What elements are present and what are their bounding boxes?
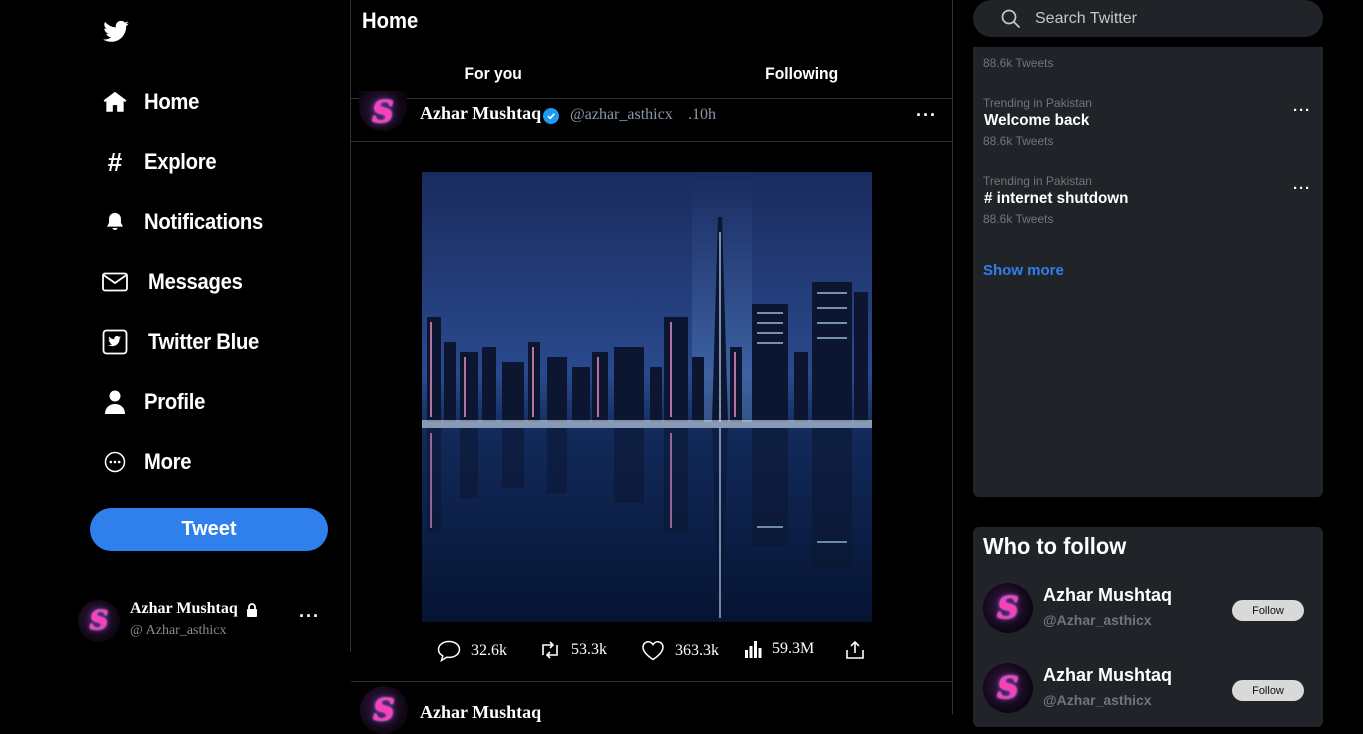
tab-following[interactable]: Following (765, 64, 838, 84)
suggestion-handle: @Azhar_asthicx (1043, 692, 1152, 708)
account-more-button[interactable]: ··· (299, 606, 320, 627)
avatar: S (983, 583, 1033, 633)
trend-item[interactable]: Trending in Pakistan # internet shutdown… (973, 173, 1323, 233)
twitter-blue-icon (100, 327, 130, 357)
tab-for-you[interactable]: For you (464, 64, 521, 84)
bell-icon (100, 207, 130, 237)
avatar-letter: S (372, 94, 394, 130)
avatar-letter: S (89, 606, 109, 636)
nav-label: Profile (144, 389, 206, 414)
twitter-logo-icon[interactable] (100, 18, 132, 46)
post-handle[interactable]: @azhar_asthicx (570, 106, 673, 124)
reply-button[interactable]: 32.6k (437, 640, 507, 662)
post-more-button[interactable]: ··· (916, 105, 937, 126)
search-input[interactable]: Search Twitter (1035, 10, 1137, 28)
nav-label: Notifications (144, 209, 263, 234)
follow-button[interactable]: Follow (1232, 600, 1304, 621)
search-icon (1001, 9, 1021, 28)
trend-title: Welcome back (984, 112, 1090, 129)
nav-twitter-blue[interactable]: Twitter Blue (100, 322, 269, 362)
avatar-letter: S (997, 590, 1019, 626)
retweet-count: 53.3k (571, 641, 607, 658)
suggestion-handle: @Azhar_asthicx (1043, 612, 1152, 628)
suggestion-name: Azhar Mushtaq (1043, 585, 1173, 605)
nav-explore[interactable]: # Explore (100, 142, 223, 182)
nav-label: Messages (148, 269, 243, 294)
account-name: Azhar Mushtaq (130, 600, 238, 617)
hashtag-icon: # (107, 146, 123, 177)
views-chart-icon (745, 641, 762, 658)
heart-icon (642, 641, 664, 661)
follow-suggestion[interactable]: S Azhar Mushtaq @Azhar_asthicx Follow (973, 579, 1323, 639)
nav-messages[interactable]: Messages (100, 262, 251, 302)
envelope-icon (100, 267, 130, 297)
like-button[interactable]: 363.3k (641, 640, 719, 661)
nav-label: Explore (144, 149, 217, 174)
right-divider (952, 0, 953, 714)
trends-panel: 88.6k Tweets Trending in Pakistan Welcom… (973, 47, 1323, 497)
share-icon (846, 640, 864, 659)
reply-count: 32.6k (471, 642, 507, 659)
next-post-author[interactable]: Azhar Mushtaq (420, 702, 541, 723)
trend-more-button[interactable]: ··· (1293, 180, 1311, 197)
avatar: S (983, 663, 1033, 713)
trend-category: Trending in Pakistan (983, 96, 1092, 110)
avatar-letter: S (997, 670, 1019, 706)
who-to-follow-title: Who to follow (983, 533, 1127, 559)
trend-category: Trending in Pakistan (983, 174, 1092, 188)
nav-notifications[interactable]: Notifications (100, 202, 273, 242)
home-icon (100, 87, 130, 117)
verified-badge-icon (543, 108, 559, 124)
post-header: S Azhar Mushtaq @azhar_asthicx .10h ··· (351, 91, 952, 141)
trend-title: # internet shutdown (984, 190, 1129, 207)
left-sidebar: Home # Explore Notifications Messages Tw… (0, 0, 350, 714)
account-switcher[interactable]: S Azhar Mushtaq @ Azhar_asthicx ··· (78, 596, 328, 646)
nav-home[interactable]: Home (100, 82, 204, 122)
trend-item[interactable]: Trending in Pakistan Welcome back 88.6k … (973, 95, 1323, 155)
suggestion-name: Azhar Mushtaq (1043, 665, 1173, 685)
person-icon (100, 387, 130, 417)
follow-suggestion[interactable]: S Azhar Mushtaq @Azhar_asthicx Follow (973, 659, 1323, 719)
post-divider (351, 681, 952, 682)
nav-more[interactable]: More (100, 442, 195, 482)
post-image[interactable] (422, 172, 872, 622)
page-title: Home (362, 8, 419, 33)
views-button[interactable]: 59.3M (744, 640, 814, 658)
nav-label: Twitter Blue (148, 329, 260, 354)
trend-count: 88.6k Tweets (983, 212, 1054, 226)
avatar-letter: S (373, 692, 395, 728)
lock-icon (247, 603, 257, 617)
post-header-divider (351, 141, 952, 142)
post-avatar[interactable]: S (359, 91, 407, 131)
nav-label: Home (144, 89, 200, 114)
share-button[interactable] (845, 640, 875, 660)
show-more-link[interactable]: Show more (983, 262, 1064, 279)
reply-icon (437, 640, 461, 662)
who-to-follow-panel: Who to follow S Azhar Mushtaq @Azhar_ast… (973, 527, 1323, 727)
trend-count: 88.6k Tweets (983, 134, 1054, 148)
next-post-avatar[interactable]: S (360, 686, 408, 734)
post-time[interactable]: .10h (688, 106, 716, 124)
nav-profile[interactable]: Profile (100, 382, 210, 422)
trend-count: 88.6k Tweets (983, 56, 1054, 70)
trend-more-button[interactable]: ··· (1293, 102, 1311, 119)
retweet-button[interactable]: 53.3k (539, 640, 607, 660)
follow-button[interactable]: Follow (1232, 680, 1304, 701)
tweet-button[interactable]: Tweet (90, 508, 328, 551)
account-handle: @ Azhar_asthicx (130, 623, 227, 638)
avatar: S (78, 600, 120, 642)
nav-label: More (144, 449, 192, 474)
search-bar[interactable]: Search Twitter (973, 0, 1323, 37)
retweet-icon (542, 641, 558, 659)
post-author[interactable]: Azhar Mushtaq (420, 103, 541, 124)
like-count: 363.3k (675, 641, 719, 659)
more-circle-icon (100, 447, 130, 477)
views-count: 59.3M (772, 640, 815, 657)
